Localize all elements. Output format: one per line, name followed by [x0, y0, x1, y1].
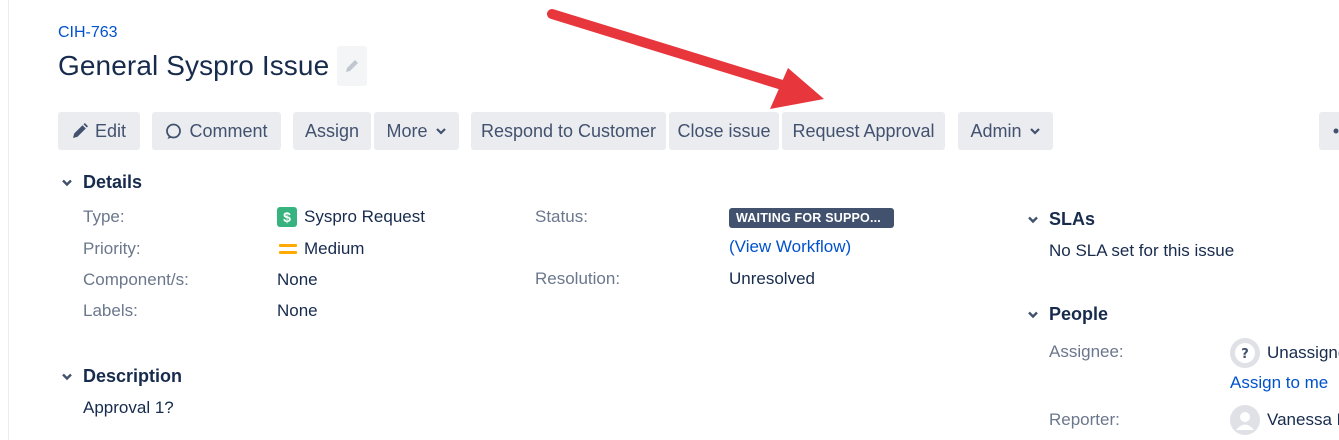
slas-text: No SLA set for this issue [1049, 241, 1235, 260]
description-section-header[interactable]: Description [58, 366, 182, 387]
pencil-icon [346, 60, 359, 72]
status-label: Status: [535, 207, 588, 226]
issue-toolbar: Edit Comment Assign More Respond to Cust… [0, 112, 1339, 150]
chevron-down-icon[interactable] [1024, 306, 1041, 323]
details-section-header[interactable]: Details [58, 172, 142, 193]
priority-value-text: Medium [304, 239, 365, 258]
resolution-label: Resolution: [535, 269, 621, 288]
chevron-down-icon[interactable] [1024, 211, 1041, 228]
chevron-down-icon [1029, 128, 1040, 135]
issue-title-row: General Syspro Issue [58, 46, 368, 86]
request-approval-label: Request Approval [792, 120, 935, 141]
chevron-down-icon[interactable] [58, 368, 75, 385]
assignee-label: Assignee: [1049, 342, 1124, 361]
comment-button-label: Comment [189, 120, 268, 141]
respond-to-customer-button[interactable]: Respond to Customer [471, 112, 666, 150]
chevron-down-icon[interactable] [58, 174, 75, 191]
slas-heading: SLAs [1049, 209, 1096, 229]
svg-text:?: ? [1241, 347, 1249, 362]
people-section-header[interactable]: People [1024, 304, 1108, 325]
status-badge[interactable]: WAITING FOR SUPPO... [729, 208, 894, 228]
comment-button[interactable]: Comment [152, 112, 281, 150]
admin-dropdown-label: Admin [970, 120, 1022, 141]
edit-button-label: Edit [94, 120, 127, 141]
assign-button-label: Assign [304, 120, 360, 141]
type-label: Type: [83, 207, 125, 226]
edit-button[interactable]: Edit [58, 112, 140, 150]
priority-label: Priority: [83, 239, 141, 258]
reporter-value: Vanessa B [1230, 405, 1339, 435]
request-approval-button[interactable]: Request Approval [782, 112, 945, 150]
more-dropdown-label: More [386, 120, 428, 141]
reporter-label: Reporter: [1049, 410, 1120, 429]
people-heading: People [1049, 304, 1109, 324]
priority-medium-icon [279, 242, 297, 256]
close-issue-button[interactable]: Close issue [669, 112, 779, 150]
admin-dropdown[interactable]: Admin [958, 112, 1053, 150]
edit-title-button[interactable] [337, 46, 368, 86]
assignee-value: ? Unassigne [1230, 338, 1339, 368]
dollar-icon: $ [277, 207, 297, 227]
labels-value: None [277, 301, 318, 320]
issue-key-link[interactable]: CIH-763 [58, 24, 118, 42]
type-value: $ Syspro Request [277, 207, 425, 227]
assign-to-me-link[interactable]: Assign to me [1230, 373, 1328, 393]
view-workflow-link[interactable]: (View Workflow) [729, 237, 851, 257]
respond-to-customer-label: Respond to Customer [480, 120, 657, 141]
details-heading: Details [83, 172, 143, 192]
comment-icon [166, 123, 182, 139]
reporter-value-text: Vanessa B [1267, 410, 1339, 429]
description-text[interactable]: Approval 1? [83, 398, 174, 418]
chevron-down-icon [435, 128, 446, 135]
description-heading: Description [83, 366, 183, 386]
priority-value: Medium [279, 239, 364, 259]
labels-label: Labels: [83, 301, 138, 320]
pencil-icon [72, 123, 88, 138]
share-button[interactable] [1319, 112, 1339, 150]
page-left-border [8, 0, 9, 440]
unassigned-avatar-icon: ? [1230, 338, 1260, 368]
close-issue-label: Close issue [677, 120, 771, 141]
share-icon [1333, 128, 1339, 134]
slas-section-header[interactable]: SLAs [1024, 209, 1095, 230]
components-value: None [277, 270, 318, 289]
issue-title[interactable]: General Syspro Issue [58, 50, 329, 82]
assign-button[interactable]: Assign [293, 112, 371, 150]
resolution-value: Unresolved [729, 269, 815, 288]
assignee-value-text: Unassigne [1267, 343, 1339, 362]
components-label: Component/s: [83, 270, 189, 289]
type-value-text: Syspro Request [304, 207, 425, 226]
user-avatar-icon [1230, 405, 1260, 435]
more-dropdown[interactable]: More [374, 112, 459, 150]
